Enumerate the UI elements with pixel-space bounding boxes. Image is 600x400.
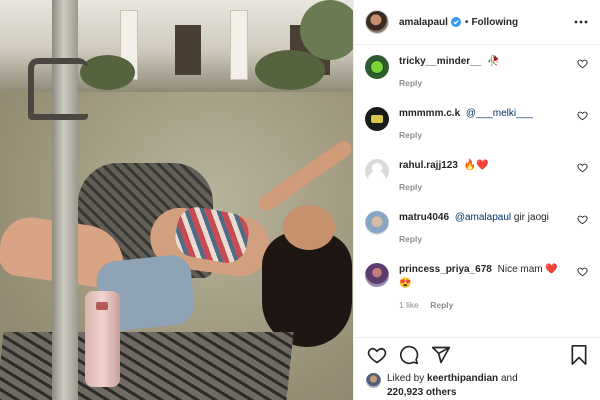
- speaker-logo: [96, 302, 108, 310]
- likes-prefix: Liked by: [387, 373, 428, 384]
- commenter-avatar[interactable]: [365, 263, 389, 287]
- person-face: [283, 205, 335, 250]
- liker-avatar[interactable]: [366, 373, 381, 388]
- comment-mention[interactable]: @amalapaul: [455, 212, 511, 223]
- comment-like-heart-icon[interactable]: [577, 162, 588, 173]
- comment-icon: [400, 345, 419, 365]
- tree: [300, 0, 353, 60]
- comment-item: tricky__minder__ 🥀 Reply: [365, 55, 588, 97]
- comment-text: Nice mam: [494, 264, 546, 275]
- shrub: [80, 55, 135, 90]
- commenter-username[interactable]: matru4046: [399, 212, 449, 223]
- reply-button[interactable]: Reply: [399, 78, 422, 88]
- comment-item: rahul.rajj123 🔥❤️ Reply: [365, 159, 588, 201]
- like-button[interactable]: [366, 344, 388, 366]
- comment-item: mmmmm.c.k @___melki___ Reply: [365, 107, 588, 149]
- house-door: [175, 25, 201, 75]
- likes-count[interactable]: 220,923 others: [387, 387, 457, 398]
- comment-like-heart-icon[interactable]: [577, 58, 588, 69]
- likes-middle: and: [498, 373, 518, 384]
- commenter-avatar[interactable]: [365, 211, 389, 235]
- heart-icon: [367, 347, 387, 364]
- share-icon: [431, 346, 451, 364]
- umbrella-crank: [28, 58, 88, 120]
- post-side-panel: amalapaul • Following tricky__minder__ 🥀…: [353, 0, 600, 400]
- reply-button[interactable]: Reply: [399, 234, 422, 244]
- post-photo[interactable]: [0, 0, 353, 400]
- comment-like-heart-icon[interactable]: [577, 266, 588, 277]
- comment-item: matru4046 @amalapaul gir jaogi Reply: [365, 211, 588, 253]
- comment-emoji: 🔥❤️: [463, 160, 489, 171]
- following-button[interactable]: Following: [471, 17, 518, 28]
- commenter-username[interactable]: princess_priya_678: [399, 264, 492, 275]
- table: [0, 332, 294, 400]
- separator-dot: •: [464, 16, 469, 28]
- reply-button[interactable]: Reply: [399, 130, 422, 140]
- reply-button[interactable]: Reply: [399, 182, 422, 192]
- author-avatar[interactable]: [365, 10, 389, 34]
- bookmark-icon: [571, 345, 587, 365]
- comment-item: princess_priya_678 Nice mam ❤️ 😍 1 like …: [365, 263, 588, 310]
- commenter-avatar-placeholder[interactable]: [365, 159, 389, 183]
- author-username[interactable]: amalapaul: [399, 17, 448, 28]
- comment-emoji: ❤️: [545, 264, 558, 275]
- comment-like-heart-icon[interactable]: [577, 110, 588, 121]
- instagram-post: amalapaul • Following tricky__minder__ 🥀…: [0, 0, 600, 400]
- likes-summary: Liked by keerthipandian and 220,923 othe…: [354, 372, 600, 400]
- more-options-icon: [574, 20, 588, 24]
- post-action-bar: [354, 337, 600, 372]
- commenter-avatar[interactable]: [365, 55, 389, 79]
- more-options-button[interactable]: [574, 15, 588, 29]
- house-pillar: [230, 10, 248, 80]
- commenter-username[interactable]: mmmmm.c.k: [399, 108, 460, 119]
- commenter-username[interactable]: rahul.rajj123: [399, 160, 458, 171]
- reply-button[interactable]: Reply: [430, 300, 453, 310]
- likes-text: Liked by keerthipandian and 220,923 othe…: [387, 372, 518, 400]
- liker-username[interactable]: keerthipandian: [427, 373, 498, 384]
- comment-mention[interactable]: @___melki___: [466, 108, 533, 119]
- save-button[interactable]: [568, 344, 590, 366]
- commenter-avatar[interactable]: [365, 107, 389, 131]
- commenter-username[interactable]: tricky__minder__: [399, 56, 481, 67]
- comment-like-heart-icon[interactable]: [577, 214, 588, 225]
- comment-emoji: 🥀: [487, 56, 500, 67]
- comment-like-count[interactable]: 1 like: [399, 300, 419, 310]
- verified-badge-icon: [450, 17, 461, 27]
- comment-button[interactable]: [398, 344, 420, 366]
- share-button[interactable]: [430, 344, 452, 366]
- comments-list: tricky__minder__ 🥀 Reply mmmmm.c.k @___m…: [354, 45, 600, 337]
- post-header: amalapaul • Following: [354, 0, 600, 45]
- comment-text: gir jaogi: [511, 212, 549, 223]
- comment-emoji: 😍: [399, 278, 412, 289]
